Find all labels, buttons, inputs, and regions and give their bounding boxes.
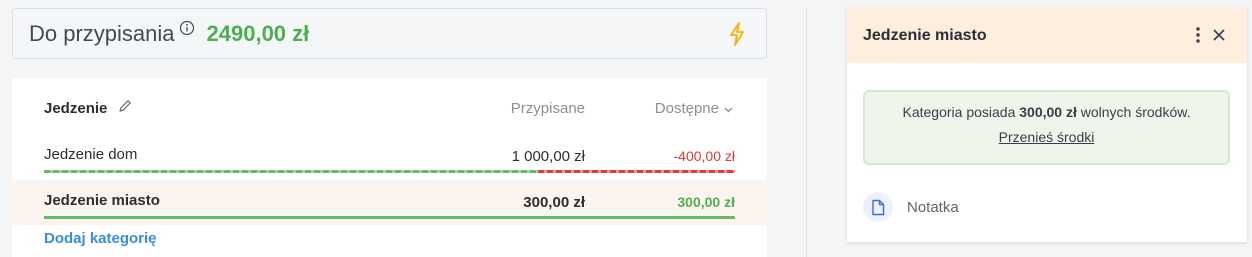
table-row-selected[interactable]: Jedzenie miasto 300,00 zł 300,00 zł [12, 180, 767, 225]
note-label: Notatka [907, 198, 959, 216]
info-circle-icon[interactable] [179, 20, 195, 36]
to-assign-bar: Do przypisania 2490,00 zł [12, 8, 767, 59]
group-name: Jedzenie [44, 100, 108, 117]
notice-prefix: Kategoria posiada [902, 104, 1016, 120]
column-header-assigned: Przypisane [510, 100, 585, 117]
more-options-icon[interactable] [1195, 25, 1201, 45]
category-name: Jedzenie miasto [44, 192, 160, 209]
spending-progress-fill [44, 170, 538, 173]
add-category-link[interactable]: Dodaj kategorię [44, 230, 157, 247]
overspent-progress-fill [537, 170, 735, 173]
category-available: -400,00 zł [673, 148, 735, 164]
spending-progress-bar [44, 216, 735, 219]
notice-suffix: wolnych środków. [1080, 104, 1191, 120]
panel-header: Jedzenie miasto [847, 7, 1247, 63]
transfer-funds-link[interactable]: Przenieś środki [999, 129, 1095, 145]
category-group-card: Jedzenie Przypisane Dostępne Jedzenie do… [12, 78, 767, 257]
document-icon [863, 192, 893, 222]
category-assigned[interactable]: 1 000,00 zł [512, 148, 585, 165]
category-assigned[interactable]: 300,00 zł [523, 194, 585, 211]
to-assign-label: Do przypisania [29, 20, 175, 46]
category-available: 300,00 zł [677, 194, 735, 210]
close-icon[interactable] [1212, 28, 1226, 42]
pencil-icon[interactable] [117, 98, 133, 114]
panel-divider [806, 8, 807, 257]
notice-amount: 300,00 zł [1019, 104, 1077, 120]
available-progress-fill [44, 216, 735, 219]
available-funds-notice: Kategoria posiada 300,00 zł wolnych środ… [863, 90, 1230, 165]
chevron-down-icon[interactable] [723, 102, 734, 113]
spending-progress-bar [44, 170, 735, 173]
lightning-bolt-icon[interactable] [726, 21, 748, 47]
category-detail-panel: Jedzenie miasto Kategoria posiada 300,00… [847, 7, 1247, 242]
to-assign-amount: 2490,00 zł [206, 20, 310, 46]
notice-text: Kategoria posiada 300,00 zł wolnych środ… [865, 104, 1228, 120]
column-header-available[interactable]: Dostępne [655, 100, 719, 117]
category-name: Jedzenie dom [44, 146, 138, 163]
note-button[interactable]: Notatka [863, 192, 959, 222]
panel-title: Jedzenie miasto [863, 27, 987, 44]
